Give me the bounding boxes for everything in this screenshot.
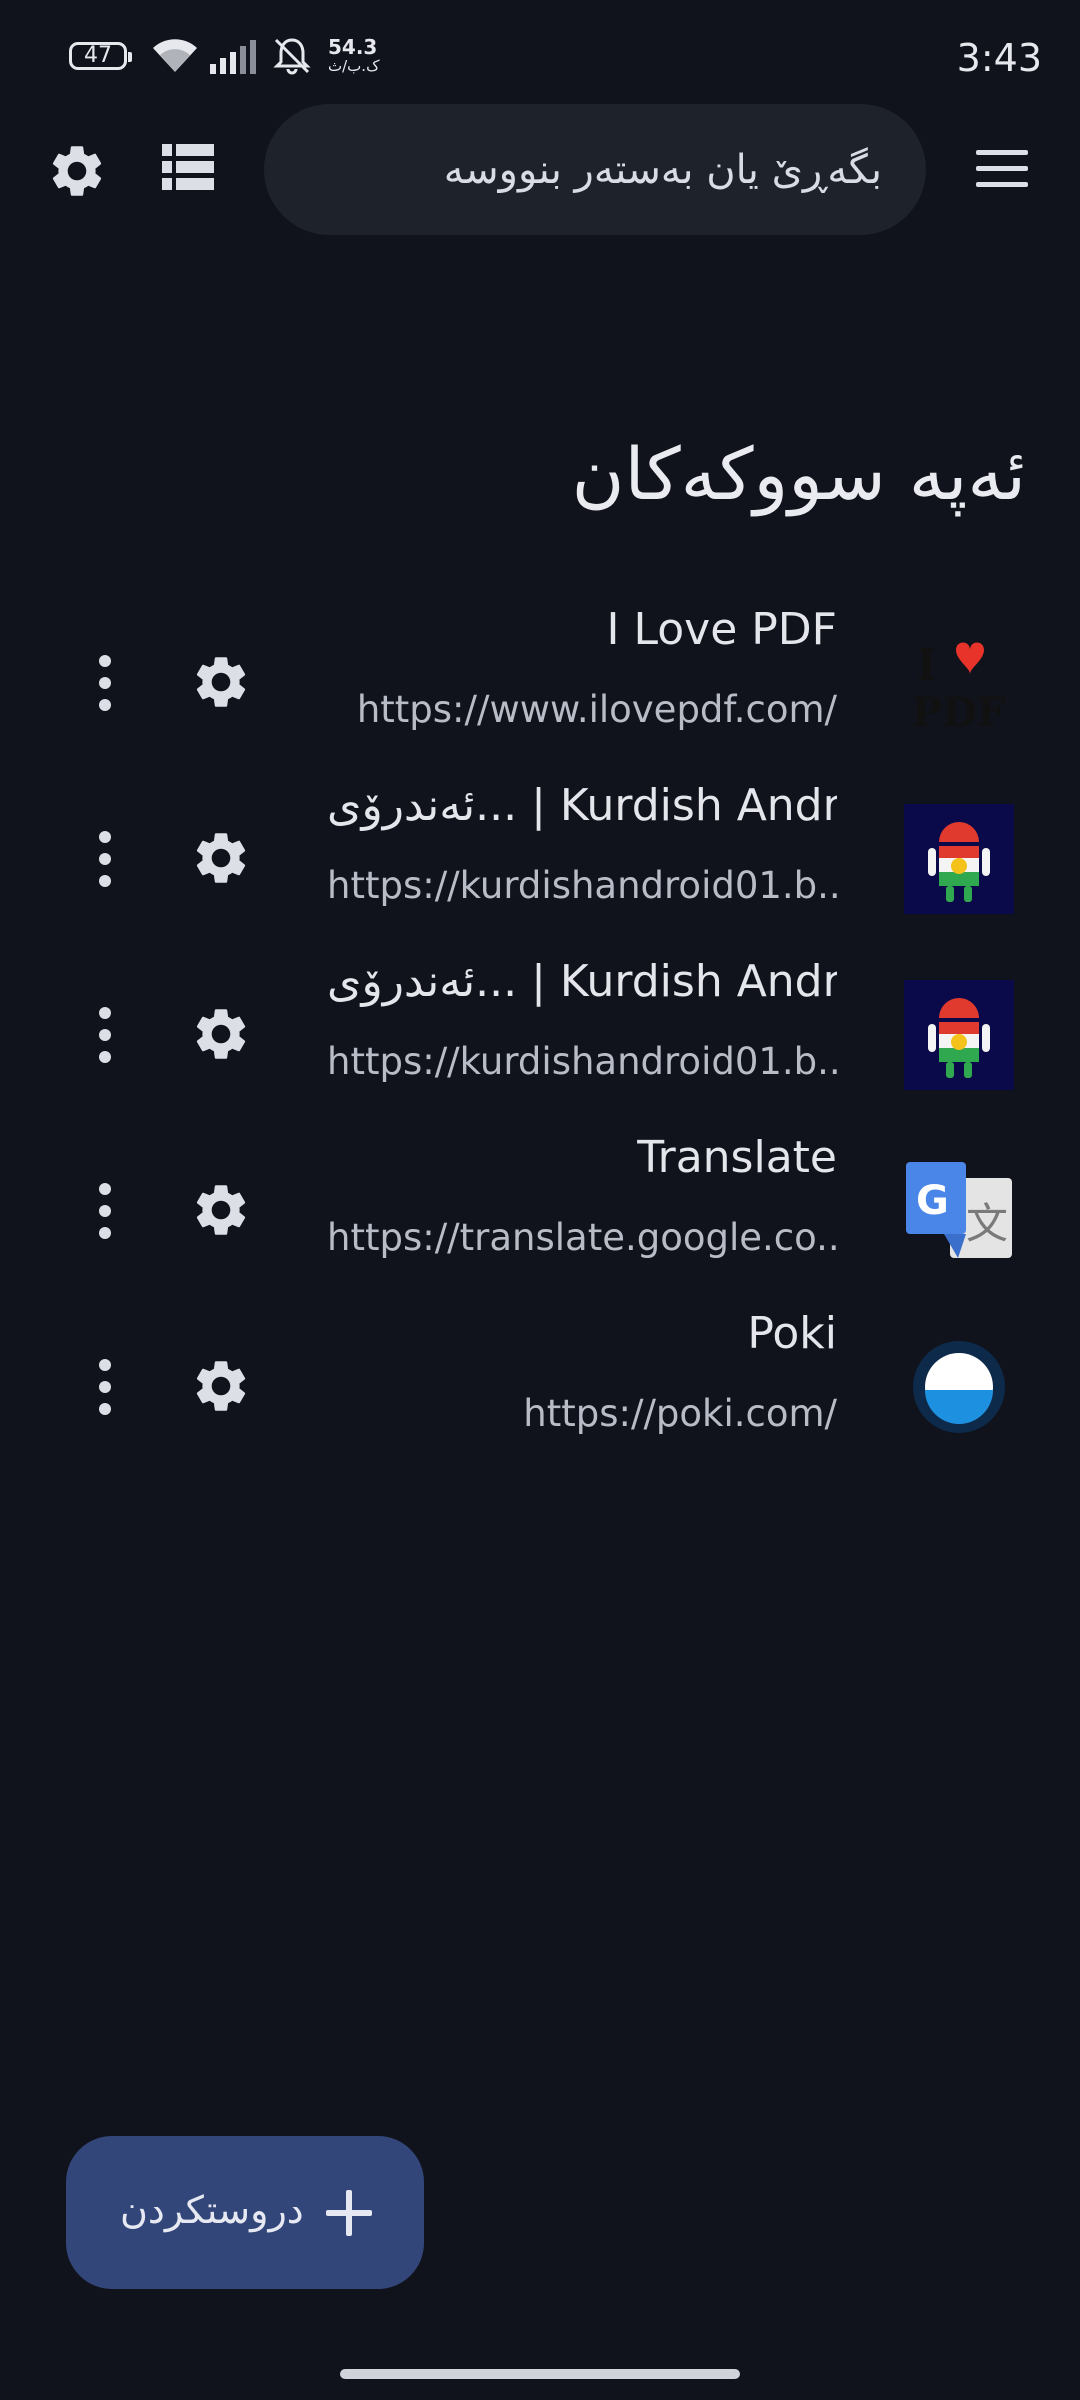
google-translate-logo: 文 G — [906, 1162, 1012, 1258]
more-options-icon[interactable] — [90, 651, 120, 715]
shortcut-title: Translate — [637, 1132, 837, 1183]
home-indicator[interactable] — [340, 2369, 740, 2379]
svg-text:I: I — [916, 640, 937, 691]
search-placeholder: بگەڕێ یان بەستەر بنووسە — [443, 146, 882, 193]
search-bar[interactable]: بگەڕێ یان بەستەر بنووسە — [264, 104, 926, 235]
shortcut-url: https://kurdishandroid01.b... — [327, 864, 837, 907]
more-options-icon[interactable] — [90, 1355, 120, 1419]
shortcut-row[interactable]: I Love PDF https://www.ilovepdf.com/ I P… — [0, 596, 1080, 772]
kurdish-android-logo — [904, 980, 1014, 1090]
shortcut-title: ئەندرۆی... | Kurdish Android — [327, 956, 837, 1007]
shortcut-settings-icon[interactable] — [190, 651, 252, 713]
kurdish-android-logo — [904, 804, 1014, 914]
signal-icon — [210, 40, 256, 74]
wifi-icon — [153, 39, 197, 72]
network-speed: 54.3 ک.ب/ث — [328, 35, 380, 76]
plus-icon — [326, 2190, 372, 2236]
create-button-label: دروستکردن — [120, 2188, 304, 2232]
shortcut-settings-icon[interactable] — [190, 827, 252, 889]
battery-indicator: 47 — [69, 42, 132, 70]
shortcut-url: https://poki.com/ — [523, 1392, 837, 1435]
poki-logo — [913, 1341, 1005, 1433]
shortcut-row[interactable]: Translate https://translate.google.co...… — [0, 1124, 1080, 1300]
shortcut-settings-icon[interactable] — [190, 1179, 252, 1241]
notifications-off-icon — [273, 38, 311, 75]
status-bar: 47 54.3 ک.ب/ث 3:43 — [0, 0, 1080, 116]
more-options-icon[interactable] — [90, 1179, 120, 1243]
list-view-icon[interactable] — [162, 144, 214, 190]
more-options-icon[interactable] — [90, 827, 120, 891]
svg-text:PDF: PDF — [912, 689, 1005, 736]
svg-text:G: G — [916, 1178, 949, 1224]
shortcut-title: ئەندرۆی... | Kurdish Android — [327, 780, 837, 831]
shortcut-url: https://translate.google.co... — [327, 1216, 837, 1259]
status-clock: 3:43 — [956, 36, 1042, 80]
shortcut-settings-icon[interactable] — [190, 1003, 252, 1065]
shortcut-settings-icon[interactable] — [190, 1355, 252, 1417]
settings-icon[interactable] — [46, 140, 108, 202]
section-title: ئەپە سووکەکان — [571, 432, 1026, 516]
menu-icon[interactable] — [976, 150, 1028, 188]
shortcut-url: https://kurdishandroid01.b... — [327, 1040, 837, 1083]
shortcut-url: https://www.ilovepdf.com/ — [356, 688, 837, 731]
svg-text:文: 文 — [966, 1199, 1008, 1248]
shortcut-row[interactable]: ئەندرۆی... | Kurdish Android https://kur… — [0, 948, 1080, 1124]
shortcut-row[interactable]: Poki https://poki.com/ — [0, 1300, 1080, 1476]
shortcut-title: Poki — [747, 1308, 837, 1359]
network-speed-value: 54.3 — [328, 35, 378, 59]
ilovepdf-logo: I PDF — [904, 628, 1014, 738]
shortcut-row[interactable]: ئەندرۆی... | Kurdish Android https://kur… — [0, 772, 1080, 948]
network-speed-unit: ک.ب/ث — [328, 57, 380, 75]
shortcut-title: I Love PDF — [606, 604, 837, 655]
more-options-icon[interactable] — [90, 1003, 120, 1067]
create-shortcut-button[interactable]: دروستکردن — [66, 2136, 424, 2289]
